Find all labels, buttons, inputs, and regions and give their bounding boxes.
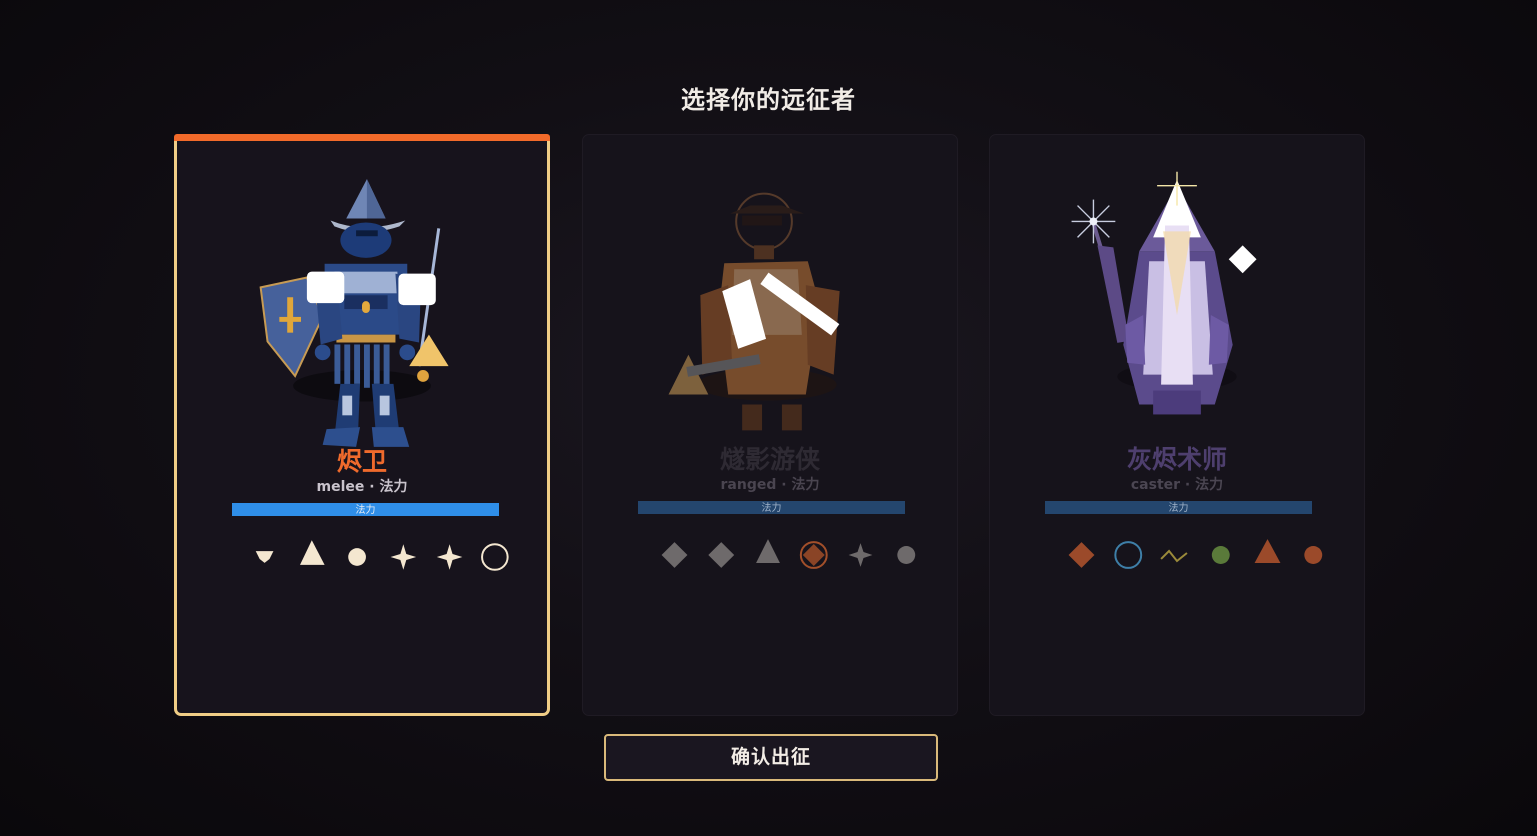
rune-row [1068, 539, 1323, 569]
selected-indicator [174, 134, 550, 141]
hero-name: 灰烬术师 [1126, 445, 1227, 474]
confirm-expedition-button[interactable]: 确认出征 [604, 734, 938, 781]
spark-icon [436, 544, 463, 570]
ash-mage-portrait [1071, 171, 1257, 415]
hero-select-screen: 选择你的远征者 烬卫 melee · 法力 法力 燧影游侠 ranged · 法… [0, 0, 1537, 836]
dot-icon [348, 548, 366, 566]
mana-bar-label: 法力 [1168, 503, 1189, 514]
mana-bar: 法力 [638, 501, 905, 514]
triangle-icon [756, 539, 780, 563]
spark-icon [848, 543, 873, 567]
hero-subtitle: melee · 法力 [316, 479, 408, 495]
hero-name: 烬卫 [336, 447, 387, 476]
ring-icon [481, 543, 509, 571]
hero-subtitle: caster · 法力 [1130, 477, 1224, 493]
spark-icon [390, 544, 417, 570]
hero-card-ember-guard[interactable]: 烬卫 melee · 法力 法力 [174, 134, 550, 716]
diamond-ring-icon [799, 541, 828, 569]
mana-bar-label: 法力 [761, 503, 782, 514]
mana-bar: 法力 [1045, 501, 1312, 514]
diamond-icon [661, 542, 688, 568]
ember-guard-portrait [259, 179, 449, 447]
diamond-icon [708, 542, 735, 568]
zigzag-icon [1160, 549, 1188, 563]
hero-name: 燧影游侠 [719, 445, 820, 474]
hero-card-flint-ranger[interactable]: 燧影游侠 ranged · 法力 法力 [582, 134, 958, 716]
gem-icon [255, 551, 274, 563]
flint-ranger-highlight [722, 272, 840, 349]
dot-icon [897, 546, 916, 564]
mana-bar: 法力 [232, 503, 499, 516]
mana-bar-label: 法力 [355, 505, 376, 516]
rune-row [255, 540, 509, 571]
triangle-icon [300, 540, 325, 565]
dot-icon [1211, 546, 1230, 564]
hero-subtitle: ranged · 法力 [720, 477, 820, 493]
ring-icon [1114, 541, 1143, 569]
rune-row [661, 539, 916, 569]
hero-card-ash-mage[interactable]: 灰烬术师 caster · 法力 法力 [989, 134, 1365, 716]
diamond-icon [1068, 542, 1095, 568]
dot-icon [1304, 546, 1323, 564]
screen-title: 选择你的远征者 [681, 86, 856, 114]
triangle-icon [1254, 539, 1281, 563]
